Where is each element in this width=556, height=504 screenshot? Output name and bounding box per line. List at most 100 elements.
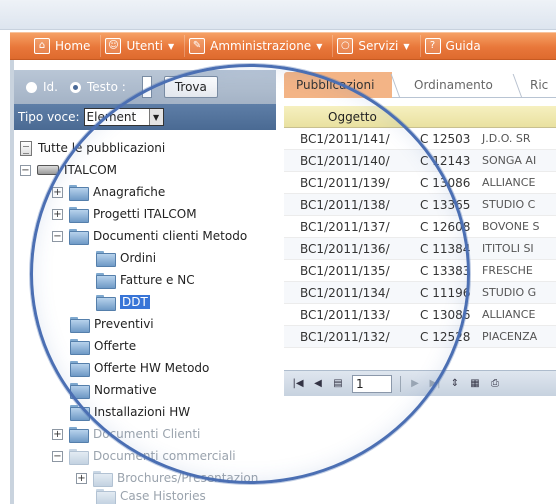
table-row[interactable]: BC1/2011/135/C 13383 FRESCHE xyxy=(284,260,556,282)
menu-guida[interactable]: ? Guida xyxy=(421,35,491,57)
top-strip xyxy=(0,0,556,30)
expand-icon[interactable]: + xyxy=(52,186,63,198)
tab-ricerca[interactable]: Ric xyxy=(522,72,556,98)
cell-cliente: STUDIO G xyxy=(482,286,537,299)
tree-node-installazioni-hw[interactable]: Installazioni HW xyxy=(70,402,190,422)
sort-icon[interactable]: ⇕ xyxy=(449,378,461,389)
cell-oggetto: BC1/2011/132/ xyxy=(300,329,390,344)
tree-node-label-selected: DDT xyxy=(120,295,150,309)
search-input[interactable] xyxy=(141,76,152,98)
menu-servizi[interactable]: ○ Servizi ▼ xyxy=(333,35,421,57)
help-icon: ? xyxy=(424,38,441,54)
cell-cliente: J.D.O. SR xyxy=(482,132,531,145)
radio-text[interactable] xyxy=(69,81,81,93)
collapse-icon[interactable]: − xyxy=(20,164,31,176)
cell-oggetto: BC1/2011/134/ xyxy=(300,285,390,300)
page-number-input[interactable]: 1 xyxy=(352,374,392,393)
tab-ordinamento[interactable]: Ordinamento xyxy=(402,72,514,98)
menu-amministrazione[interactable]: ✎ Amministrazione ▼ xyxy=(185,35,334,57)
tree-node-progetti-italcom[interactable]: + Progetti ITALCOM xyxy=(52,204,197,224)
first-page-icon[interactable]: |◀ xyxy=(292,378,304,389)
cell-codice: C 13383 xyxy=(420,263,471,278)
column-header-oggetto[interactable]: Oggetto xyxy=(284,106,424,128)
tree-node-label: Fatture e NC xyxy=(120,273,195,287)
cell-cliente: SONGA AI xyxy=(482,154,537,167)
table-row[interactable]: BC1/2011/137/C 12608 BOVONE S xyxy=(284,216,556,238)
type-select-value: Element xyxy=(86,110,137,124)
tree-node-italcom[interactable]: − ITALCOM xyxy=(20,160,117,180)
tree-node-documenti-commerciali[interactable]: − Documenti commerciali xyxy=(52,446,236,466)
table-row[interactable]: BC1/2011/134/C 11196 STUDIO G xyxy=(284,282,556,304)
tree-root[interactable]: Tutte le pubblicazioni xyxy=(20,138,165,158)
tab-label: Ordinamento xyxy=(414,78,493,92)
cell-cliente: STUDIO C xyxy=(482,198,536,211)
radio-id[interactable] xyxy=(26,81,37,93)
table-row[interactable]: BC1/2011/140/C 12143 SONGA AI xyxy=(284,150,556,172)
menu-home[interactable]: ⌂ Home xyxy=(30,35,102,57)
tree-node-ddt[interactable]: DDT xyxy=(96,292,150,312)
cell-oggetto: BC1/2011/140/ xyxy=(300,153,390,168)
folder-icon xyxy=(69,207,89,223)
tree-node-documenti-clienti[interactable]: + Documenti Clienti xyxy=(52,424,200,444)
folder-icon xyxy=(70,361,90,377)
tree-node-fatture-e-nc[interactable]: Fatture e NC xyxy=(96,270,195,290)
tab-pubblicazioni[interactable]: Pubblicazioni xyxy=(284,72,392,98)
tree-node-normative[interactable]: Normative xyxy=(70,380,157,400)
tree-node-label: Documenti Clienti xyxy=(93,427,201,441)
grid-body: BC1/2011/141/C 12503 J.D.O. SR BC1/2011/14… xyxy=(284,128,556,348)
cell-codice: C 13086 xyxy=(420,175,471,190)
publications-tree: Tutte le pubblicazioni − ITALCOM + Anagr… xyxy=(14,136,276,504)
pager-separator xyxy=(400,375,401,392)
cell-codice: C 11384 xyxy=(420,241,471,256)
folder-icon xyxy=(93,471,113,487)
type-filter-bar: Tipo voce: Element ▼ xyxy=(14,104,276,130)
menu-utenti-label: Utenti xyxy=(126,39,163,53)
cell-oggetto: BC1/2011/141/ xyxy=(300,131,390,146)
menu-utenti[interactable]: ☺ Utenti ▼ xyxy=(101,35,186,57)
cell-codice: C 12528 xyxy=(420,329,471,344)
next-page-icon[interactable]: ▶ xyxy=(409,378,421,389)
type-select[interactable]: Element ▼ xyxy=(83,108,164,126)
collapse-icon[interactable]: − xyxy=(52,230,63,242)
tree-node-offerte-hw-metodo[interactable]: Offerte HW Metodo xyxy=(70,358,209,378)
print-icon[interactable]: ⎙ xyxy=(489,378,501,389)
table-row[interactable]: BC1/2011/136/C 11384 ITITOLI SI xyxy=(284,238,556,260)
tree-node-label: Case Histories xyxy=(120,489,206,503)
table-row[interactable]: BC1/2011/139/C 13086 ALLIANCE xyxy=(284,172,556,194)
chevron-down-icon: ▼ xyxy=(403,41,410,51)
table-row[interactable]: BC1/2011/138/C 13365 STUDIO C xyxy=(284,194,556,216)
folder-icon xyxy=(70,405,90,421)
tree-node-label: Progetti ITALCOM xyxy=(93,207,197,221)
last-page-icon[interactable]: ▶| xyxy=(429,378,441,389)
type-filter-label: Tipo voce: xyxy=(18,110,80,124)
document-icon xyxy=(20,140,32,156)
table-row[interactable]: BC1/2011/133/C 13086 ALLIANCE xyxy=(284,304,556,326)
cell-cliente: FRESCHE xyxy=(482,264,533,277)
tree-node-ordini[interactable]: Ordini xyxy=(96,248,156,268)
tree-node-documenti-clienti-metodo[interactable]: − Documenti clienti Metodo xyxy=(52,226,247,246)
expand-icon[interactable]: + xyxy=(52,428,63,440)
tree-node-brochures[interactable]: + Brochures/Presentazion xyxy=(76,468,258,488)
cell-codice: C 12143 xyxy=(420,153,471,168)
grid-header: Oggetto xyxy=(284,106,556,128)
tree-node-anagrafiche[interactable]: + Anagrafiche xyxy=(52,182,165,202)
collapse-icon[interactable]: − xyxy=(52,450,63,462)
folder-icon xyxy=(70,317,90,333)
trova-button[interactable]: Trova xyxy=(163,76,218,98)
database-icon xyxy=(37,165,59,175)
cell-codice: C 12608 xyxy=(420,219,471,234)
expand-icon[interactable]: + xyxy=(76,472,87,484)
cell-cliente: ITITOLI SI xyxy=(482,242,534,255)
table-row[interactable]: BC1/2011/132/C 12528 PIACENZA xyxy=(284,326,556,348)
tree-node-case-histories[interactable]: Case Histories xyxy=(96,486,206,504)
prev-page-icon[interactable]: ◀ xyxy=(312,378,324,389)
tree-node-label: Offerte HW Metodo xyxy=(94,361,210,375)
grid-view-icon[interactable]: ▦ xyxy=(469,378,481,389)
main-menu-bar: ⌂ Home ☺ Utenti ▼ ✎ Amministrazione ▼ ○ … xyxy=(10,32,556,60)
expand-icon[interactable]: + xyxy=(52,208,63,220)
tree-node-offerte[interactable]: Offerte xyxy=(70,336,136,356)
page-icon: ▤ xyxy=(333,378,343,389)
tree-node-preventivi[interactable]: Preventivi xyxy=(70,314,154,334)
folder-icon xyxy=(69,449,89,465)
table-row[interactable]: BC1/2011/141/C 12503 J.D.O. SR xyxy=(284,128,556,150)
